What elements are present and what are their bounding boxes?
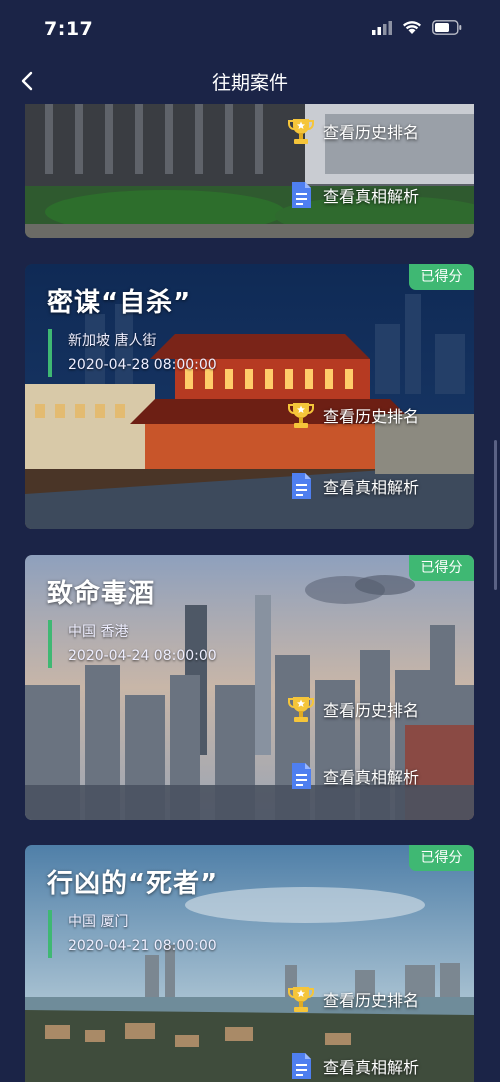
document-icon	[292, 473, 311, 499]
case-list[interactable]: 查看历史排名 查看真相解析 已得分 密谋“自杀” 新加坡 唐人街 2020-04…	[0, 104, 500, 1082]
wifi-icon	[403, 21, 421, 34]
trophy-icon	[288, 403, 314, 428]
view-truth-button[interactable]: 查看真相解析	[287, 471, 419, 501]
trophy-icon	[288, 119, 314, 144]
scored-badge: 已得分	[409, 555, 474, 581]
view-truth-button[interactable]: 查看真相解析	[287, 761, 419, 791]
trophy-icon	[288, 987, 314, 1012]
case-datetime: 2020-04-24 08:00:00	[68, 648, 217, 664]
case-location: 新加坡 唐人街	[68, 333, 157, 349]
document-icon	[292, 763, 311, 789]
scored-badge: 已得分	[409, 264, 474, 290]
status-time: 7:17	[44, 18, 94, 40]
view-rank-button[interactable]: 查看历史排名	[287, 694, 419, 724]
page-title: 往期案件	[211, 72, 288, 94]
scrollbar[interactable]	[494, 440, 497, 590]
case-title: 行凶的“死者”	[47, 869, 219, 899]
trophy-icon	[288, 697, 314, 722]
case-location: 中国 厦门	[68, 914, 129, 930]
case-meta: 中国 香港 2020-04-24 08:00:00	[48, 620, 217, 668]
nav-bar: 往期案件	[0, 58, 500, 104]
view-rank-label: 查看历史排名	[323, 123, 420, 142]
view-truth-label: 查看真相解析	[323, 478, 420, 497]
view-truth-label: 查看真相解析	[323, 187, 420, 206]
case-title: 密谋“自杀”	[47, 288, 192, 318]
case-card[interactable]: 已得分 行凶的“死者” 中国 厦门 2020-04-21 08:00:00 查看…	[25, 845, 474, 1082]
case-datetime: 2020-04-21 08:00:00	[68, 938, 217, 954]
view-rank-label: 查看历史排名	[323, 407, 420, 426]
case-meta: 中国 厦门 2020-04-21 08:00:00	[48, 910, 217, 958]
case-datetime: 2020-04-28 08:00:00	[68, 357, 217, 373]
case-card[interactable]: 查看历史排名 查看真相解析	[25, 104, 474, 238]
view-rank-button[interactable]: 查看历史排名	[287, 116, 419, 146]
case-meta: 新加坡 唐人街 2020-04-28 08:00:00	[48, 329, 217, 377]
view-truth-button[interactable]: 查看真相解析	[287, 1051, 419, 1081]
view-rank-label: 查看历史排名	[323, 701, 420, 720]
cellular-signal-icon	[372, 20, 392, 35]
status-icons	[372, 20, 462, 35]
document-icon	[292, 182, 311, 208]
document-icon	[292, 1053, 311, 1079]
status-bar: 7:17	[0, 0, 500, 58]
battery-icon	[432, 20, 462, 35]
scored-badge: 已得分	[409, 845, 474, 871]
view-truth-label: 查看真相解析	[323, 1058, 420, 1077]
view-rank-label: 查看历史排名	[323, 991, 420, 1010]
case-card[interactable]: 已得分 密谋“自杀” 新加坡 唐人街 2020-04-28 08:00:00 查…	[25, 264, 474, 529]
view-rank-button[interactable]: 查看历史排名	[287, 984, 419, 1014]
view-rank-button[interactable]: 查看历史排名	[287, 400, 419, 430]
view-truth-label: 查看真相解析	[323, 768, 420, 787]
case-location: 中国 香港	[68, 624, 129, 640]
case-title: 致命毒酒	[47, 579, 156, 609]
case-card[interactable]: 已得分 致命毒酒 中国 香港 2020-04-24 08:00:00 查看历史排…	[25, 555, 474, 820]
view-truth-button[interactable]: 查看真相解析	[287, 180, 419, 210]
